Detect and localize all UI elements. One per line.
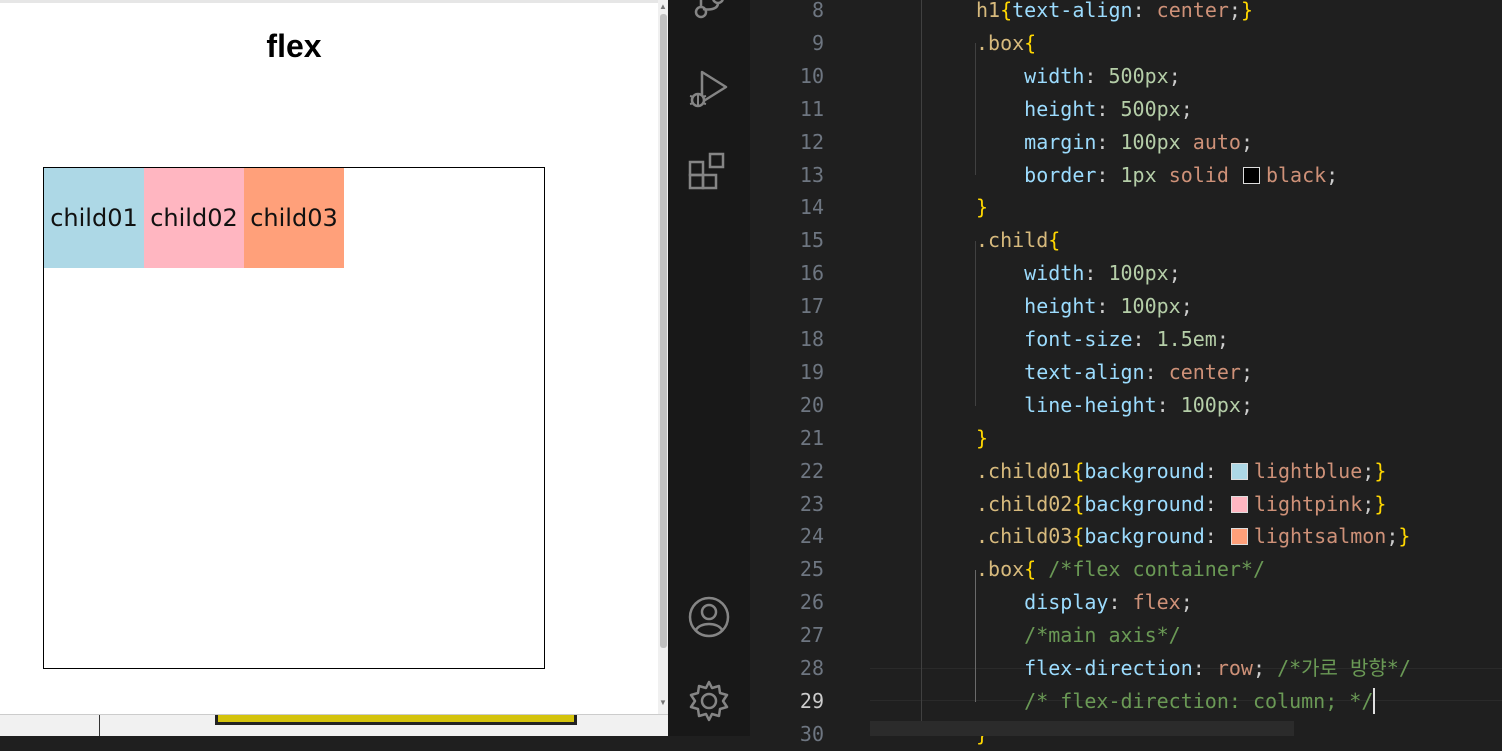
scroll-down-arrow-icon[interactable]: ▼ [659, 698, 667, 707]
line-number: 10 [799, 64, 824, 88]
flex-container-box: child01 child02 child03 [43, 167, 545, 669]
browser-scrollbar-thumb[interactable] [660, 14, 667, 648]
code-line[interactable]: .child03{background: lightsalmon;} [976, 520, 1410, 553]
run-debug-icon[interactable] [686, 66, 732, 112]
code-line[interactable]: flex-direction: row; /*가로 방향*/ [976, 652, 1411, 685]
activity-bar [668, 0, 750, 736]
line-number: 21 [799, 426, 824, 450]
line-number: 12 [799, 130, 824, 154]
editor-horizontal-scrollbar[interactable] [870, 721, 1294, 736]
code-line[interactable]: width: 100px; [976, 257, 1181, 290]
line-number: 11 [799, 97, 824, 121]
line-number: 15 [799, 228, 824, 252]
code-line[interactable]: .child{ [976, 224, 1060, 257]
color-swatch-lightblue [1230, 463, 1248, 480]
code-line[interactable]: text-align: center; [976, 356, 1253, 389]
line-number: 13 [799, 163, 824, 187]
code-line[interactable]: border: 1px solid black; [976, 159, 1338, 192]
browser-top-border [0, 0, 668, 3]
line-number: 27 [799, 623, 824, 647]
line-number: 30 [799, 722, 824, 746]
indent-guide [921, 0, 922, 736]
page-title: flex [266, 28, 322, 64]
code-line[interactable]: .box{ /*flex container*/ [976, 553, 1265, 586]
line-number: 29 [799, 689, 824, 713]
child01-box: child01 [44, 168, 144, 268]
code-line[interactable]: h1{text-align: center;} [976, 0, 1253, 27]
line-number: 23 [799, 492, 824, 516]
line-number: 19 [799, 360, 824, 384]
line-number: 18 [799, 327, 824, 351]
code-line[interactable]: width: 500px; [976, 60, 1181, 93]
line-number: 20 [799, 393, 824, 417]
line-number: 8 [811, 0, 824, 22]
source-control-icon[interactable] [686, 0, 732, 30]
browser-preview: flex child01 child02 child03 ▲ ▼ [0, 0, 668, 736]
code-line[interactable]: height: 100px; [976, 290, 1193, 323]
accounts-icon[interactable] [686, 594, 732, 640]
settings-gear-icon[interactable] [686, 678, 732, 724]
line-number: 14 [799, 195, 824, 219]
code-line[interactable]: .box{ [976, 27, 1036, 60]
text-cursor [1373, 688, 1376, 714]
code-line[interactable]: .child02{background: lightpink;} [976, 488, 1386, 521]
line-number: 17 [799, 294, 824, 318]
line-number: 22 [799, 459, 824, 483]
code-line[interactable]: /* flex-direction: column; */ [976, 685, 1376, 718]
code-line[interactable]: line-height: 100px; [976, 389, 1253, 422]
child02-box: child02 [144, 168, 244, 268]
line-number: 26 [799, 590, 824, 614]
color-swatch-lightsalmon [1230, 528, 1248, 545]
taskbar-separator [99, 715, 100, 736]
color-swatch-lightpink [1230, 496, 1248, 513]
line-number: 28 [799, 656, 824, 680]
code-line[interactable]: margin: 100px auto; [976, 126, 1253, 159]
code-line[interactable]: } [976, 422, 988, 455]
scroll-up-arrow-icon[interactable]: ▲ [659, 2, 667, 11]
line-number: 9 [811, 31, 824, 55]
taskbar-yellow-window[interactable] [215, 715, 577, 725]
line-number: 16 [799, 261, 824, 285]
code-line[interactable]: } [976, 191, 988, 224]
code-line[interactable]: height: 500px; [976, 93, 1193, 126]
code-line[interactable]: display: flex; [976, 586, 1193, 619]
code-line[interactable]: font-size: 1.5em; [976, 323, 1229, 356]
extensions-icon[interactable] [686, 150, 732, 196]
taskbar-strip [0, 714, 668, 736]
code-line[interactable]: .child01{background: lightblue;} [976, 455, 1386, 488]
line-number: 24 [799, 524, 824, 548]
line-number: 25 [799, 557, 824, 581]
child03-box: child03 [244, 168, 344, 268]
color-swatch-black [1242, 167, 1260, 184]
code-line[interactable]: /*main axis*/ [976, 619, 1181, 652]
